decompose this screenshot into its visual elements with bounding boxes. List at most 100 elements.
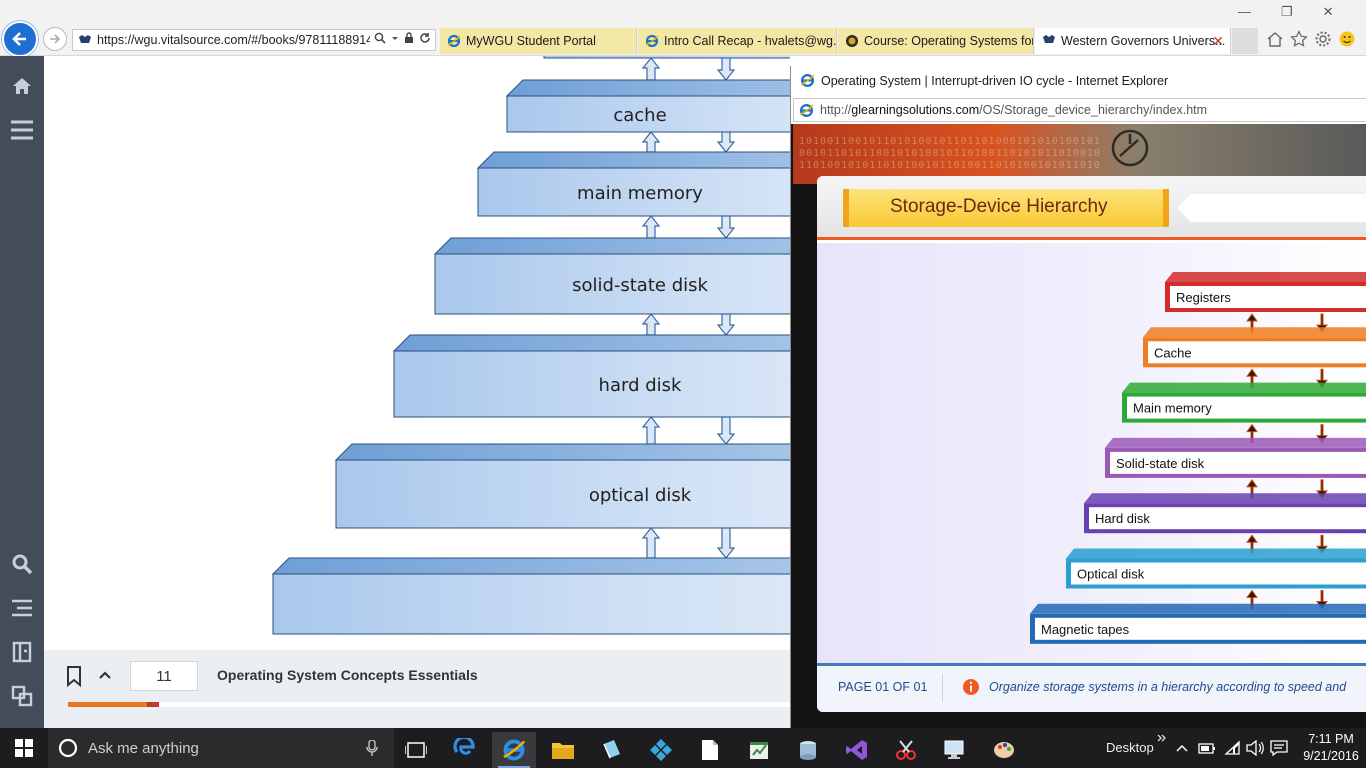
level-bar-top [1066,548,1366,559]
minimize-icon[interactable]: — [1238,4,1251,20]
clock-time[interactable]: 7:11 PM [1305,732,1357,746]
pyramid-box-top [476,151,790,169]
up-arrow [641,215,661,239]
up-arrow [641,131,661,153]
tab-intro-call[interactable]: Intro Call Recap - hvalets@wg... [638,28,837,54]
battery-icon[interactable] [1198,741,1216,755]
up-arrow [641,57,661,81]
progress-marker[interactable] [147,702,159,707]
page-number-input[interactable]: 11 [130,661,198,691]
cortana-search-box[interactable]: Ask me anything [48,728,394,768]
down-arrow [716,416,736,445]
pyramid-box-top [334,443,790,461]
level-label: Solid-state disk [1116,456,1205,471]
up-arrow [641,527,661,559]
document-icon[interactable] [688,732,732,768]
pyramid-box [543,56,790,59]
storage-app-icon[interactable] [786,732,830,768]
task-view-icon[interactable] [394,732,438,768]
volume-icon[interactable] [1246,740,1264,756]
ie-icon [447,34,461,48]
level-bar-top [1165,272,1366,282]
close-tab-icon[interactable]: ✕ [1212,33,1224,50]
action-center-icon[interactable] [1270,740,1288,756]
feedback-smiley-icon[interactable] [1338,30,1356,48]
pyramid-box-top [505,79,790,97]
level-label: Magnetic tapes [1041,622,1130,637]
pyramid-level-label: cache [613,105,666,126]
restore-icon[interactable]: ❐ [1281,4,1293,20]
down-arrow [716,527,736,559]
spreadsheet-icon[interactable] [737,732,781,768]
tab-label: Western Governors Univers... [1061,34,1226,48]
notebook-icon[interactable] [10,640,34,664]
search-placeholder: Ask me anything [88,740,199,757]
info-text: Organize storage systems in a hierarchy … [989,680,1347,694]
kodi-icon[interactable] [639,732,683,768]
start-button[interactable] [0,728,48,768]
popup-address-bar[interactable]: http://glearningsolutions.com/OS/Storage… [793,98,1366,122]
edge-icon[interactable] [443,732,487,768]
pyramid-level-label: hard disk [599,375,682,396]
cortana-icon [58,738,78,758]
new-tab-button[interactable] [1232,28,1258,54]
menu-icon[interactable] [10,118,34,142]
tab-western-governors[interactable]: Western Governors Univers... ✕ [1035,28,1231,54]
level-label: Optical disk [1077,567,1145,582]
home-icon[interactable] [10,74,34,98]
double-chevron-icon[interactable] [1157,734,1167,742]
windows-logo-icon [15,739,33,757]
remote-desktop-icon[interactable] [933,732,977,768]
pyramid-box [393,350,790,418]
popup-window: Operating System | Interrupt-driven IO c… [790,66,1366,728]
url-path: /OS/Storage_device_hierarchy/index.htm [979,103,1208,117]
lesson-header: Storage-Device Hierarchy [817,176,1366,240]
search-icon[interactable] [10,552,34,576]
pyramid-box [335,459,790,529]
bookmark-icon[interactable] [66,665,82,687]
level-label: Main memory [1133,401,1212,416]
microphone-icon[interactable] [366,740,378,756]
wifi-icon[interactable] [1224,740,1242,756]
file-explorer-icon[interactable] [541,732,585,768]
tab-mywgu[interactable]: MyWGU Student Portal [440,28,637,54]
lesson-banner: 1010011001011010100101101101000101010100… [793,124,1366,184]
forward-button[interactable] [43,27,67,51]
back-button[interactable] [2,21,38,57]
book-app-icon[interactable] [590,732,634,768]
internet-explorer-icon[interactable] [492,732,536,768]
visual-studio-icon[interactable] [835,732,879,768]
search-icon[interactable] [374,32,386,44]
close-window-icon[interactable]: ✕ [1323,4,1334,20]
paint-icon[interactable] [982,732,1026,768]
taskbar: Ask me anything Desktop 7:11 PM 9/21/201… [0,728,1366,768]
owl-icon [1043,35,1055,43]
reading-progress-bar[interactable] [68,702,790,707]
clock-date[interactable]: 9/21/2016 [1299,749,1363,763]
chevron-up-icon[interactable] [1176,743,1188,753]
tab-course[interactable]: Course: Operating Systems for... [838,28,1034,54]
browser-icons [1266,30,1356,48]
progress-fill [68,702,147,707]
chevron-up-icon[interactable] [99,670,111,680]
copy-pages-icon[interactable] [10,684,34,708]
favorites-star-icon[interactable] [1290,30,1308,48]
book-page: registerscachemain memorysolid-state dis… [44,56,790,650]
down-arrow [716,57,736,81]
dropdown-icon[interactable] [391,32,399,44]
lesson-heading: Storage-Device Hierarchy [843,189,1169,227]
ie-icon [645,34,659,48]
level-label: Cache [1154,345,1192,360]
down-arrow [716,313,736,336]
home-icon[interactable] [1266,30,1284,48]
pyramid-box-top [392,334,790,352]
window-controls: — ❐ ✕ [1238,4,1334,20]
address-bar[interactable]: https://wgu.vitalsource.com/#/books/9781… [72,29,436,51]
desktop-toolbar-label[interactable]: Desktop [1106,740,1154,755]
lesson-card: Storage-Device Hierarchy Registers Cache M… [817,176,1366,712]
table-of-contents-icon[interactable] [10,596,34,620]
refresh-icon[interactable] [419,32,431,44]
ie-icon [800,73,815,88]
settings-gear-icon[interactable] [1314,30,1332,48]
snipping-tool-icon[interactable] [884,732,928,768]
